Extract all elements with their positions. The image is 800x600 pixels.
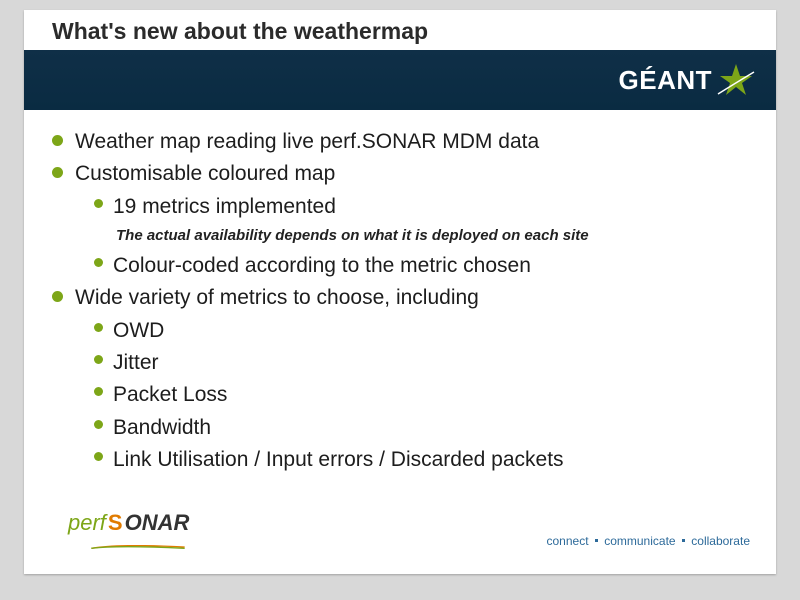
star-icon	[716, 64, 756, 96]
sub-bullet-item: Packet Loss	[94, 381, 748, 409]
tagline: connect communicate collaborate	[547, 534, 751, 548]
perfsonar-logo-s: S	[108, 510, 123, 536]
bullet-text: Colour-coded according to the metric cho…	[113, 252, 531, 280]
sub-bullet-item: OWD	[94, 317, 748, 345]
geant-logo: GÉANT	[619, 64, 757, 96]
perfsonar-logo-onar: ONAR	[125, 510, 190, 536]
availability-note: The actual availability depends on what …	[116, 227, 748, 244]
separator-icon	[595, 539, 598, 542]
bullet-icon	[52, 135, 63, 146]
perfsonar-logo: perf S ONAR	[68, 510, 208, 554]
slide-content: Weather map reading live perf.SONAR MDM …	[24, 110, 776, 478]
bullet-icon	[94, 387, 103, 396]
bullet-text: 19 metrics implemented	[113, 193, 336, 221]
bullet-icon	[94, 323, 103, 332]
slide-header: What's new about the weathermap GÉANT	[24, 10, 776, 110]
separator-icon	[682, 539, 685, 542]
bullet-text: Packet Loss	[113, 381, 227, 409]
bullet-icon	[94, 420, 103, 429]
bullet-text: Customisable coloured map	[75, 160, 335, 188]
sub-bullet-item: Bandwidth	[94, 414, 748, 442]
bullet-item: Customisable coloured map	[52, 160, 748, 188]
sub-bullet-item: Jitter	[94, 349, 748, 377]
bullet-text: Bandwidth	[113, 414, 211, 442]
bullet-text: Weather map reading live perf.SONAR MDM …	[75, 128, 539, 156]
swoosh-icon	[68, 545, 208, 549]
bullet-icon	[94, 355, 103, 364]
geant-logo-text: GÉANT	[619, 65, 713, 96]
bullet-text: OWD	[113, 317, 164, 345]
sub-bullet-item: Link Utilisation / Input errors / Discar…	[94, 446, 748, 474]
bullet-icon	[52, 167, 63, 178]
slide-title: What's new about the weathermap	[52, 18, 428, 45]
bullet-icon	[94, 258, 103, 267]
perfsonar-logo-perf: perf	[68, 510, 106, 536]
sub-bullet-item: Colour-coded according to the metric cho…	[94, 252, 748, 280]
bullet-text: Jitter	[113, 349, 159, 377]
bullet-icon	[94, 452, 103, 461]
tagline-communicate: communicate	[604, 534, 675, 548]
bullet-icon	[94, 199, 103, 208]
bullet-icon	[52, 291, 63, 302]
slide: What's new about the weathermap GÉANT We…	[24, 10, 776, 574]
bullet-text: Wide variety of metrics to choose, inclu…	[75, 284, 479, 312]
bullet-item: Weather map reading live perf.SONAR MDM …	[52, 128, 748, 156]
header-band: GÉANT	[24, 50, 776, 110]
tagline-connect: connect	[547, 534, 589, 548]
sub-bullet-item: 19 metrics implemented	[94, 193, 748, 221]
tagline-collaborate: collaborate	[691, 534, 750, 548]
bullet-item: Wide variety of metrics to choose, inclu…	[52, 284, 748, 312]
bullet-text: Link Utilisation / Input errors / Discar…	[113, 446, 564, 474]
